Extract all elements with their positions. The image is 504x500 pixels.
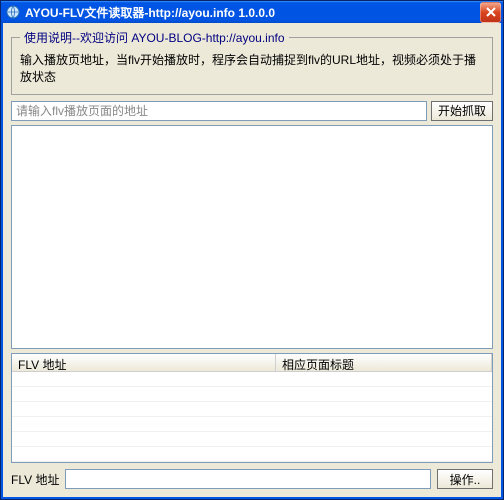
window-title: AYOU-FLV文件读取器-http://ayou.info 1.0.0.0 bbox=[25, 4, 480, 21]
titlebar: AYOU-FLV文件读取器-http://ayou.info 1.0.0.0 bbox=[1, 1, 503, 23]
close-button[interactable] bbox=[480, 2, 501, 23]
flv-url-label: FLV 地址 bbox=[11, 471, 59, 488]
browser-panel[interactable] bbox=[11, 125, 493, 349]
instructions-text: 输入播放页地址，当flv开始播放时，程序会自动捕捉到flv的URL地址，视频必须… bbox=[20, 52, 484, 86]
listview-body[interactable] bbox=[12, 372, 492, 462]
column-page-title[interactable]: 相应页面标题 bbox=[276, 354, 492, 371]
app-icon bbox=[5, 4, 21, 20]
client-area: 使用说明--欢迎访问 AYOU-BLOG-http://ayou.info 输入… bbox=[1, 23, 503, 499]
bottom-row: FLV 地址 操作.. bbox=[11, 469, 493, 489]
app-window: AYOU-FLV文件读取器-http://ayou.info 1.0.0.0 使… bbox=[0, 0, 504, 500]
fetch-button[interactable]: 开始抓取 bbox=[431, 101, 493, 121]
action-button[interactable]: 操作.. bbox=[437, 469, 493, 489]
instructions-legend: 使用说明--欢迎访问 AYOU-BLOG-http://ayou.info bbox=[20, 29, 289, 46]
listview-header: FLV 地址 相应页面标题 bbox=[12, 354, 492, 372]
column-flv-url[interactable]: FLV 地址 bbox=[12, 354, 276, 371]
flv-url-input[interactable] bbox=[65, 469, 431, 489]
url-row: 开始抓取 bbox=[11, 101, 493, 121]
instructions-group: 使用说明--欢迎访问 AYOU-BLOG-http://ayou.info 输入… bbox=[11, 29, 493, 95]
page-url-input[interactable] bbox=[11, 101, 427, 121]
results-listview[interactable]: FLV 地址 相应页面标题 bbox=[11, 353, 493, 463]
